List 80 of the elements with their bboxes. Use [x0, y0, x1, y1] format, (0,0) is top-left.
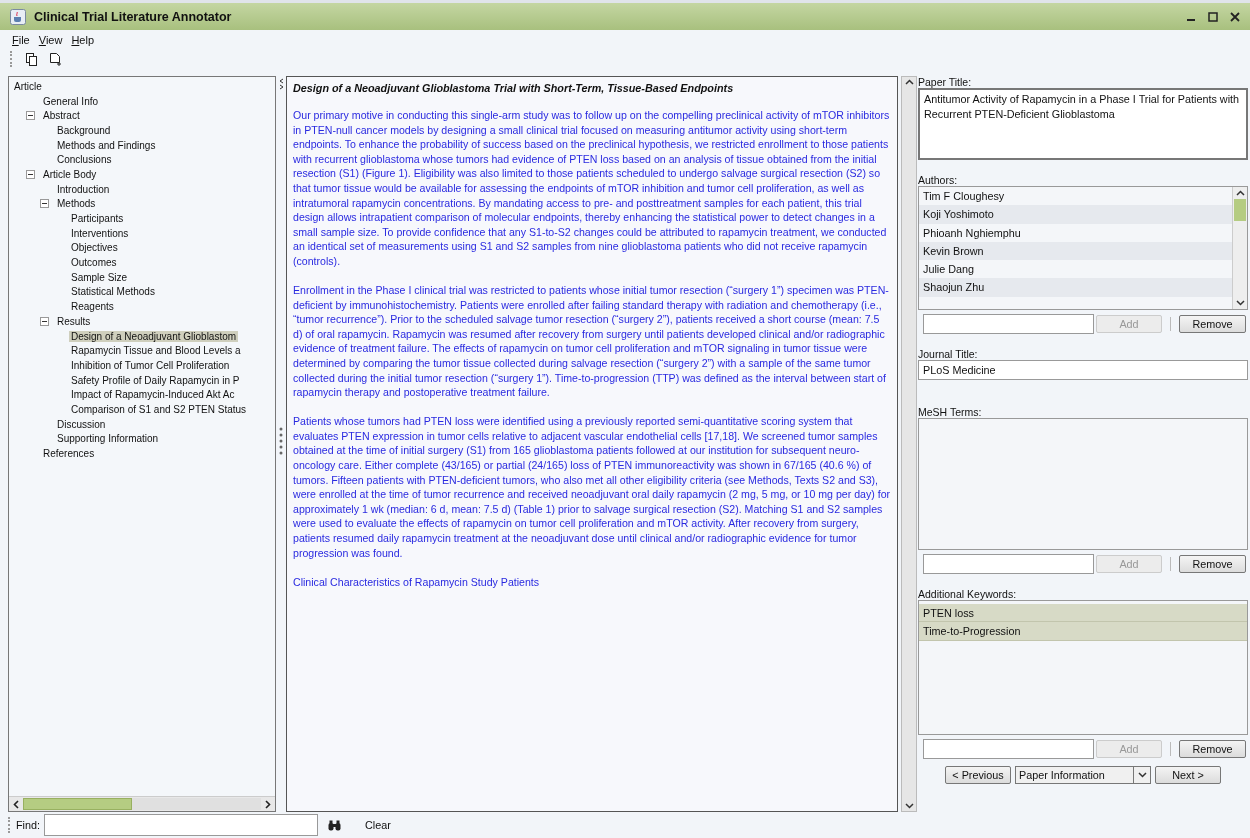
find-label: Find: — [16, 819, 40, 831]
article-paragraph: Clinical Characteristics of Rapamycin Study Patients — [293, 574, 541, 590]
maximize-icon[interactable] — [1208, 11, 1218, 22]
tree-item[interactable]: Objectives — [69, 242, 120, 254]
list-item[interactable]: Tim F Cloughesy — [919, 187, 1232, 206]
tree-item[interactable]: Outcomes — [69, 257, 119, 269]
tree-item[interactable]: Safety Profile of Daily Rapamycin in P — [69, 374, 242, 386]
next-button[interactable]: Next > — [1155, 766, 1221, 784]
collapse-icon[interactable] — [40, 316, 49, 326]
previous-button[interactable]: < Previous — [945, 766, 1011, 784]
field-label: Journal Title: — [918, 348, 979, 360]
paper-title-field[interactable]: Antitumor Activity of Rapamycin in a Phase I Trial for Patients with Recurrent PTEN-Deficient Glioblastoma — [918, 88, 1248, 160]
tree-item[interactable]: Conclusions — [55, 154, 114, 166]
field-label: Authors: — [918, 174, 959, 186]
entry-field[interactable] — [923, 739, 1094, 759]
journal-title-field[interactable]: PLoS Medicine — [918, 360, 1248, 380]
list-item[interactable]: Koji Yoshimoto — [919, 205, 1232, 224]
list-scrollbar[interactable] — [1232, 187, 1247, 309]
horizontal-scrollbar[interactable] — [9, 796, 275, 811]
scroll-thumb[interactable] — [1234, 199, 1246, 221]
tree-item[interactable]: Methods — [55, 198, 98, 210]
list-item[interactable]: Phioanh Nghiemphu — [919, 223, 1232, 242]
page-dropdown[interactable]: Paper Information — [1015, 766, 1151, 784]
menu-item[interactable]: Help — [71, 34, 95, 46]
tree-item[interactable]: Comparison of S1 and S2 PTEN Status — [69, 403, 249, 415]
binoculars-icon[interactable] — [328, 819, 341, 831]
list-item[interactable]: PTEN loss — [919, 604, 1247, 623]
menu-item[interactable]: File — [12, 34, 30, 46]
caret-icon — [1137, 772, 1147, 778]
close-icon[interactable] — [1230, 11, 1240, 22]
tree-item[interactable]: Participants — [69, 213, 126, 225]
tree-item[interactable]: Statistical Methods — [69, 286, 157, 298]
tree-item[interactable]: Impact of Rapamycin-Induced Akt Ac — [69, 389, 237, 401]
article-paragraph: Patients whose tumors had PTEN loss were identified using a previously reported semi-quantitative scoring system that evaluates PTEN expression in tumor cells relative to adjacent vascular endothelial cells [17,18]. We screened tumor samples obtained at the time of initial surgery (S1) from 165 glioblastoma patients followed at our institution for subsequent neuro-oncology care. Either complete (43/165) or partial (24/165) loss of PTEN immunoreactivity was shown in 67/165 (40.6 %) of tumors. Fifteen patients with PTEN-deficient tumors, who also met all other eligibility criteria (see Methods, Texts S2 and S3), were enrolled at the time of tumor recurrence and received neoadjuvant oral daily rapamycin (2 mg, 5 mg, or 10 mg per day) for approximately 1 wk (median: 6 d, mean: 7.5 d) (Table 1) prior to salvage surgical resection (S2). Matching S1 and S2 samples were used to evaluate the effects of rapamycin on tumor cell proliferation and mTOR activity. After recovery from surgery, patients resumed daily rapamycin treatment at the neoadjuvant dose until clinical and/or radiographic evidence for tumor progression was found. — [293, 414, 891, 561]
field-label: Paper Title: — [918, 76, 973, 88]
clear-button[interactable]: Clear — [359, 818, 397, 832]
entry-field[interactable] — [923, 554, 1094, 574]
article-paragraph: Our primary motive in conducting this single-arm study was to follow up on the compelling preclinical activity of mTOR inhibitors in PTEN-null cancer models by designing a small clinical trial focused on measuring antitumor activity using short-term endpoints. To enhance the probability of success based on the preclinical hypothesis, we restricted enrollment to those patients with recurrent glioblastoma whose tumors had evidence of PTEN loss based on an analysis of tissue obtained from the initial resection (S1) (Figure 1). Eligibility was also limited to those patients scheduled to undergo salvage surgical resection (S2) so that tumor tissue would be available for assessing the endpoints of mTOR inhibition and tumor cell proliferation, as well as intratumoral rapamycin concentrations. By mandating access to pre- and posttreatment samples for each patient, this trial design allows intrapatient comparison of molecular endpoints, thereby enhancing the statistical power to detect changes in a small sample size. To provide confidence that any S1-to-S2 changes could be attributed to rapamycin treatment, we conducted an identical set of measurements using S1 and S2 samples from nine glioblastoma patients who did not receive rapamycin (controls). — [293, 108, 891, 269]
splitter-arrows-icon[interactable] — [278, 78, 284, 90]
menu-item[interactable]: View — [38, 34, 63, 46]
tree-item[interactable]: Sample Size — [69, 271, 130, 283]
tree-item[interactable]: Inhibition of Tumor Cell Proliferation — [69, 359, 232, 371]
tree-item[interactable]: Background — [55, 124, 113, 136]
tree-item[interactable]: Supporting Information — [55, 433, 161, 445]
collapse-icon[interactable] — [40, 199, 49, 209]
collapse-icon[interactable] — [26, 169, 35, 179]
tree-item[interactable]: Rapamycin Tissue and Blood Levels a — [69, 345, 243, 357]
splitter-grip-icon[interactable] — [279, 426, 283, 456]
entry-field[interactable] — [923, 314, 1094, 334]
tree-item[interactable]: Reagents — [69, 301, 116, 313]
copy-icon[interactable] — [26, 52, 38, 66]
tree-item[interactable]: Results — [55, 315, 93, 327]
tree-item[interactable]: Methods and Findings — [55, 139, 158, 151]
tree-item[interactable]: Design of a Neoadjuvant Glioblastom — [69, 330, 239, 342]
tree-item[interactable]: Abstract — [41, 110, 82, 122]
tree-item[interactable]: Article — [12, 80, 44, 92]
remove-button[interactable]: Remove — [1179, 740, 1246, 758]
tree-item[interactable]: General Info — [41, 95, 101, 107]
field-label: MeSH Terms: — [918, 406, 983, 418]
tree-item[interactable]: Discussion — [55, 418, 108, 430]
cup-icon — [10, 8, 26, 25]
list-item[interactable]: Kevin Brown — [919, 241, 1232, 261]
list-item[interactable]: Shaojun Zhu — [919, 278, 1232, 297]
article-paragraph: Enrollment in the Phase I clinical trial was restricted to patients whose initial tumor resection (“surgery 1”) specimen was PTEN-deficient by immunohistochemistry. Patients were enrolled after failing standard therapy with radiation and chemotherapy (i.e., “tumor recurrence”). Prior to the scheduled salvage tumor resection (“surgery 2”), patients received a short course (mean: 7.5 d) of oral rapamycin. Rapamycin was resumed after recovery from surgery until patients developed clinical and/or radiographic evidence of treatment failure. The effects of rapamycin on tumor cell proliferation and mTOR signaling in tumor tissue were determined by comparing the tumor tissue collected during salvage resection (“surgery 2”) with a sample of the same tumor collected during the initial tumor resection (“surgery 1”). Time-to-progression (TTP) was defined as the interval between start of rapamycin therapy and postoperative treatment failure. — [293, 283, 890, 400]
section-heading: Design of a Neoadjuvant Glioblastoma Trial with Short-Term, Tissue-Based Endpoints — [293, 82, 735, 94]
window-title: Clinical Trial Literature Annotator — [34, 9, 233, 24]
remove-button[interactable]: Remove — [1179, 315, 1246, 333]
scroll-thumb[interactable] — [23, 798, 133, 810]
field-label: Additional Keywords: — [918, 588, 1018, 600]
tree-item[interactable]: Article Body — [41, 168, 99, 180]
new-document-icon[interactable] — [50, 52, 62, 66]
list-item[interactable]: Time-to-Progression — [919, 622, 1247, 641]
find-field[interactable] — [44, 814, 318, 836]
tree-item[interactable]: Introduction — [55, 183, 112, 195]
tree-item[interactable]: Interventions — [69, 227, 131, 239]
list-item[interactable]: Julie Dang — [919, 260, 1232, 279]
remove-button[interactable]: Remove — [1179, 555, 1246, 573]
vertical-scrollbar[interactable] — [901, 76, 917, 812]
tree-item[interactable]: References — [41, 448, 97, 460]
collapse-icon[interactable] — [26, 111, 35, 121]
